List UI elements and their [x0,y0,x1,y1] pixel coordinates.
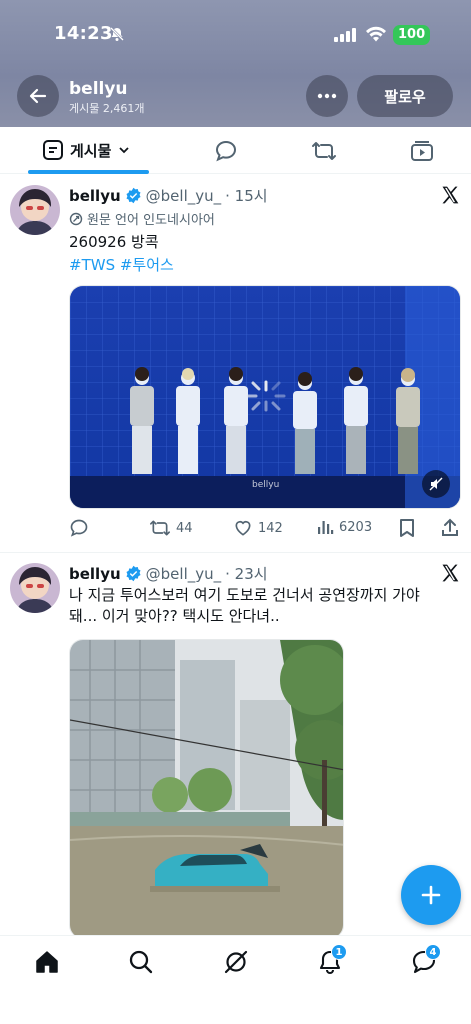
mute-icon [429,477,443,491]
profile-header: 14:23 100 bellyu 게시물 2,461개 팔로우 [0,0,471,127]
more-button[interactable] [306,75,348,117]
messages-badge: 4 [425,944,441,960]
profile-name: bellyu [69,79,128,99]
tab-posts-label: 게시물 [70,141,112,160]
tweet-video[interactable]: bellyu [69,285,461,509]
avatar[interactable] [10,563,60,613]
tweet-time: · 23시 [225,565,268,583]
tweet-time: · 15시 [225,187,268,205]
flooded-street-image [70,640,343,938]
tweet-card[interactable]: bellyu @bell_yu_ · 23시 나 지금 투어스보러 여기 도보로… [0,553,471,939]
home-icon [36,951,58,973]
follow-button[interactable]: 팔로우 [357,75,453,117]
like-icon [235,520,251,536]
tweet-video[interactable] [69,639,344,939]
posts-tab-icon [43,140,63,160]
status-bar: 14:23 100 [0,20,471,50]
tweet-actions: 44 142 6203 [69,518,461,542]
nav-messages[interactable]: 4 [410,944,441,976]
translated-label: 원문 언어 인도네시아어 [87,213,215,228]
profile-tabs: 게시물 [0,127,471,174]
tab-replies[interactable] [214,139,238,167]
battery-indicator: 100 [393,25,431,45]
tweet-header: bellyu @bell_yu_ · 15시 [69,185,268,206]
author-handle[interactable]: @bell_yu_ [146,565,221,583]
nav-home[interactable] [33,948,61,976]
profile-nav: bellyu 게시물 2,461개 팔로우 [0,75,471,117]
tweet-text-line: 나 지금 투어스보러 여기 도보로 건너서 공연장까지 가야 [69,586,420,604]
x-logo-icon [440,185,460,209]
grok-icon [224,950,248,974]
reply-icon [70,519,88,537]
views-button[interactable]: 6203 [316,518,372,536]
author-name[interactable]: bellyu [69,187,121,205]
like-count: 142 [258,520,283,536]
author-name[interactable]: bellyu [69,565,121,583]
nav-search[interactable] [127,948,155,976]
reply-button[interactable] [69,518,94,538]
translate-icon [69,212,83,225]
mute-button[interactable] [422,470,450,498]
retweet-button[interactable]: 44 [149,518,193,538]
tweet-text: 나 지금 투어스보러 여기 도보로 건너서 공연장까지 가야 돼... 이거 맞… [69,585,461,627]
tweet-text: 260926 방콕 [69,233,159,251]
verified-icon [126,565,141,582]
bottom-nav: 1 4 [0,935,471,1024]
media-watermark: bellyu [252,480,280,490]
translated-notice[interactable]: 원문 언어 인도네시아어 [69,209,215,228]
tweet-card[interactable]: bellyu @bell_yu_ · 15시 원문 언어 인도네시아어 2609… [0,175,471,553]
back-button[interactable] [17,75,59,117]
retweet-count: 44 [176,520,193,536]
post-count: 게시물 2,461개 [69,102,145,115]
tweet-text-line: 돼... 이거 맞아?? 택시도 안다녀.. [69,607,280,625]
nav-grok[interactable] [222,948,250,976]
author-handle[interactable]: @bell_yu_ [146,187,221,205]
x-logo-icon [440,563,460,587]
reply-tab-icon [215,140,237,162]
status-time: 14:23 [54,23,113,44]
views-count: 6203 [339,519,373,535]
chevron-down-icon [119,147,130,154]
tab-reposts[interactable] [311,139,337,167]
notifications-badge: 1 [331,944,347,960]
compose-plus-icon [421,885,441,905]
tweet-header: bellyu @bell_yu_ · 23시 [69,563,268,584]
wifi-icon [365,25,387,47]
tweet-hashtags[interactable]: #TWS #투어스 [69,254,174,275]
bookmark-icon [400,519,414,537]
compose-button[interactable] [401,865,461,925]
back-arrow-icon [29,88,47,104]
active-tab-indicator [28,170,149,174]
repost-tab-icon [312,142,336,160]
search-icon [129,950,153,974]
tab-posts[interactable]: 게시물 [42,139,131,161]
more-icon [317,93,337,99]
share-icon [442,518,458,536]
concert-stage-image [70,286,460,508]
avatar[interactable] [10,185,60,235]
tab-videos[interactable] [410,139,434,167]
share-button[interactable] [441,518,459,538]
bookmark-button[interactable] [398,518,416,538]
views-icon [318,521,334,534]
like-button[interactable]: 142 [233,518,283,538]
retweet-icon [149,520,170,536]
bell-off-icon [109,26,125,46]
nav-notifications[interactable]: 1 [316,944,347,976]
video-tab-icon [411,141,433,161]
verified-icon [126,187,141,204]
cellular-signal-icon [334,28,356,42]
